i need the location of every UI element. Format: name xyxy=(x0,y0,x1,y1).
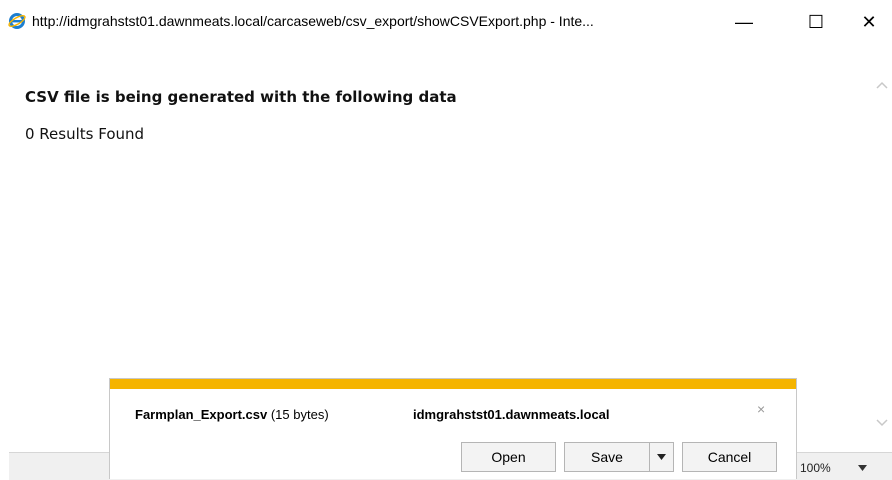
page-heading: CSV file is being generated with the fol… xyxy=(25,88,457,106)
window-title: http://idmgrahstst01.dawnmeats.local/car… xyxy=(32,13,594,29)
download-host: idmgrahstst01.dawnmeats.local xyxy=(413,407,610,422)
download-notification-bar: Farmplan_Export.csv (15 bytes) idmgrahst… xyxy=(109,378,797,479)
save-options-button[interactable] xyxy=(649,442,674,472)
file-name-text: Farmplan_Export.csv xyxy=(135,407,268,422)
close-button[interactable]: ✕ xyxy=(846,0,892,44)
vertical-scrollbar[interactable] xyxy=(872,64,892,452)
scroll-down-icon[interactable] xyxy=(876,418,888,428)
results-count: 0 Results Found xyxy=(25,125,145,143)
open-button[interactable]: Open xyxy=(461,442,556,472)
download-file-name: Farmplan_Export.csv (15 bytes) xyxy=(135,407,329,422)
download-accent-stripe xyxy=(110,379,796,389)
cancel-button[interactable]: Cancel xyxy=(682,442,777,472)
chevron-down-icon xyxy=(657,454,666,460)
maximize-icon: ☐ xyxy=(807,11,825,32)
maximize-button[interactable]: ☐ xyxy=(793,0,839,44)
chevron-down-icon[interactable] xyxy=(858,465,867,471)
ie-icon xyxy=(8,13,26,29)
minimize-button[interactable]: — xyxy=(721,0,767,44)
title-bar: http://idmgrahstst01.dawnmeats.local/car… xyxy=(0,0,892,44)
minimize-icon: — xyxy=(735,11,753,32)
save-button[interactable]: Save xyxy=(564,442,649,472)
close-icon: ✕ xyxy=(861,11,877,32)
file-size-text: (15 bytes) xyxy=(270,407,329,422)
scroll-up-icon[interactable] xyxy=(876,80,888,90)
download-close-icon[interactable]: × xyxy=(757,401,765,417)
zoom-level[interactable]: 100% xyxy=(800,461,831,475)
